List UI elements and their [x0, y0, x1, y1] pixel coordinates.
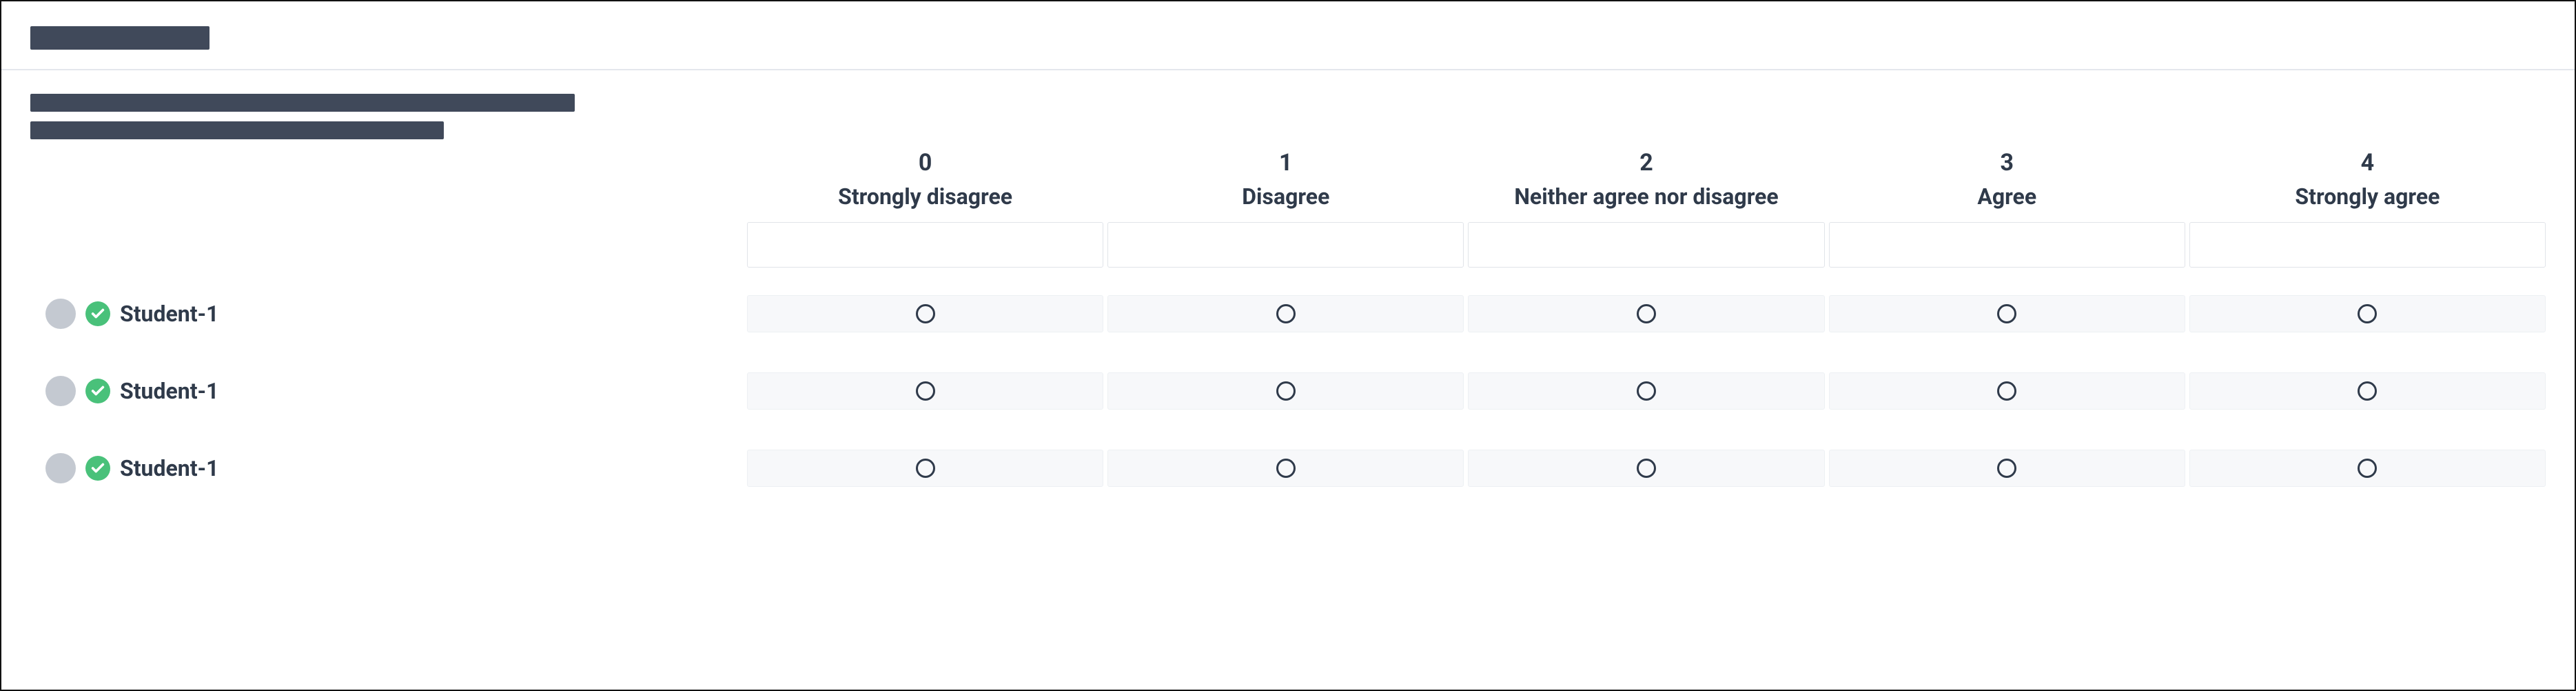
divider	[1, 69, 2575, 70]
rating-cell[interactable]	[1829, 372, 2185, 410]
radio-unselected-icon[interactable]	[2358, 459, 2377, 478]
rating-cell[interactable]	[1107, 372, 1464, 410]
scale-option-4: 4 Strongly agree	[2189, 149, 2546, 222]
radio-unselected-icon[interactable]	[1637, 381, 1656, 401]
section-title-redacted	[30, 26, 209, 50]
rating-cell[interactable]	[747, 450, 1103, 487]
scale-value: 3	[1829, 149, 2185, 177]
scale-value: 2	[1468, 149, 1824, 177]
scale-value: 4	[2189, 149, 2546, 177]
criteria-descriptor-row	[747, 222, 2546, 268]
rating-cell[interactable]	[2189, 450, 2546, 487]
criteria-descriptor-cell	[2189, 222, 2546, 268]
student-row: Student-1	[30, 372, 2546, 410]
scale-header: 0 Strongly disagree 1 Disagree 2 Neither…	[747, 149, 2546, 222]
student-name: Student-1	[120, 301, 218, 327]
radio-unselected-icon[interactable]	[916, 459, 935, 478]
criteria-descriptor-cell	[747, 222, 1103, 268]
scale-value: 0	[747, 149, 1103, 177]
criteria-descriptor-cell	[1468, 222, 1824, 268]
scale-label: Strongly agree	[2189, 183, 2546, 210]
student-name: Student-1	[120, 455, 218, 481]
avatar	[45, 376, 76, 406]
scale-label: Neither agree nor disagree	[1468, 183, 1824, 210]
radio-unselected-icon[interactable]	[916, 381, 935, 401]
status-complete-icon	[85, 456, 110, 481]
scale-option-2: 2 Neither agree nor disagree	[1468, 149, 1824, 222]
radio-unselected-icon[interactable]	[1276, 381, 1296, 401]
rating-cell[interactable]	[1468, 450, 1824, 487]
radio-unselected-icon[interactable]	[1997, 304, 2016, 323]
scale-label: Strongly disagree	[747, 183, 1103, 210]
criteria-descriptor-cell	[1107, 222, 1464, 268]
scale-label: Disagree	[1107, 183, 1464, 210]
question-text-redacted	[30, 94, 2546, 139]
radio-unselected-icon[interactable]	[916, 304, 935, 323]
radio-unselected-icon[interactable]	[1637, 304, 1656, 323]
radio-unselected-icon[interactable]	[1276, 304, 1296, 323]
radio-unselected-icon[interactable]	[1637, 459, 1656, 478]
radio-unselected-icon[interactable]	[2358, 381, 2377, 401]
student-row: Student-1	[30, 450, 2546, 487]
radio-unselected-icon[interactable]	[1997, 459, 2016, 478]
rating-cell[interactable]	[747, 295, 1103, 332]
scale-label: Agree	[1829, 183, 2185, 210]
rating-cell[interactable]	[1468, 372, 1824, 410]
avatar	[45, 453, 76, 483]
radio-unselected-icon[interactable]	[2358, 304, 2377, 323]
rating-cell[interactable]	[1829, 295, 2185, 332]
criteria-descriptor-cell	[1829, 222, 2185, 268]
radio-unselected-icon[interactable]	[1276, 459, 1296, 478]
survey-frame: 0 Strongly disagree 1 Disagree 2 Neither…	[0, 0, 2576, 691]
student-name: Student-1	[120, 378, 218, 404]
rating-cell[interactable]	[1107, 295, 1464, 332]
scale-value: 1	[1107, 149, 1464, 177]
rating-cell[interactable]	[747, 372, 1103, 410]
rating-cell[interactable]	[1468, 295, 1824, 332]
avatar	[45, 299, 76, 329]
student-row: Student-1	[30, 295, 2546, 332]
status-complete-icon	[85, 379, 110, 403]
radio-unselected-icon[interactable]	[1997, 381, 2016, 401]
scale-option-0: 0 Strongly disagree	[747, 149, 1103, 222]
status-complete-icon	[85, 301, 110, 326]
rating-cell[interactable]	[2189, 372, 2546, 410]
scale-option-3: 3 Agree	[1829, 149, 2185, 222]
scale-option-1: 1 Disagree	[1107, 149, 1464, 222]
rating-cell[interactable]	[1829, 450, 2185, 487]
rating-cell[interactable]	[1107, 450, 1464, 487]
rating-cell[interactable]	[2189, 295, 2546, 332]
